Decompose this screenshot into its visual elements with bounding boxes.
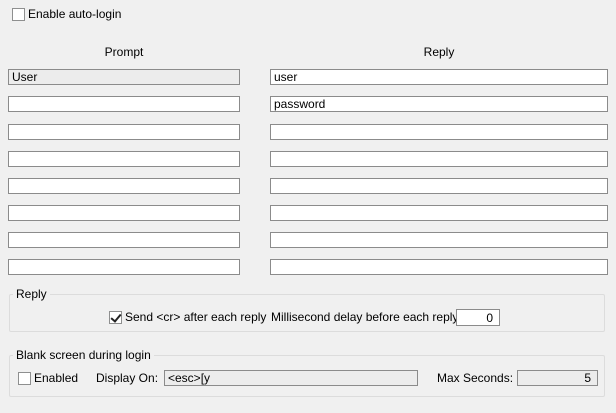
reply-group-title: Reply (13, 287, 50, 301)
delay-input[interactable] (456, 309, 500, 326)
reply-field-2[interactable] (270, 96, 608, 112)
blank-enabled-checkbox[interactable] (18, 372, 31, 385)
display-on-input[interactable] (164, 370, 418, 386)
display-on-label: Display On: (96, 371, 159, 385)
prompt-field-6[interactable] (8, 205, 240, 221)
prompt-field-4[interactable] (8, 151, 240, 167)
reply-field-6[interactable] (270, 205, 608, 221)
delay-label: Millisecond delay before each reply: (271, 310, 462, 324)
prompt-column-header: Prompt (104, 45, 144, 59)
reply-field-1[interactable] (270, 69, 608, 85)
reply-field-8[interactable] (270, 259, 608, 275)
reply-column-header: Reply (423, 45, 455, 59)
reply-field-7[interactable] (270, 232, 608, 248)
max-seconds-label: Max Seconds: (437, 371, 514, 385)
prompt-field-8[interactable] (8, 259, 240, 275)
prompt-field-3[interactable] (8, 124, 240, 140)
blank-enabled-label: Enabled (34, 371, 79, 385)
reply-field-4[interactable] (270, 151, 608, 167)
prompt-field-7[interactable] (8, 232, 240, 248)
reply-field-3[interactable] (270, 124, 608, 140)
send-cr-label: Send <cr> after each reply (125, 310, 267, 324)
max-seconds-input[interactable] (517, 370, 598, 386)
send-cr-checkbox[interactable] (109, 311, 122, 324)
enable-auto-login-label: Enable auto-login (28, 7, 122, 21)
enable-auto-login-checkbox[interactable] (12, 8, 25, 21)
reply-field-5[interactable] (270, 178, 608, 194)
prompt-field-5[interactable] (8, 178, 240, 194)
prompt-field-2[interactable] (8, 96, 240, 112)
blank-screen-group-title: Blank screen during login (13, 348, 154, 362)
prompt-field-1[interactable] (8, 69, 240, 85)
